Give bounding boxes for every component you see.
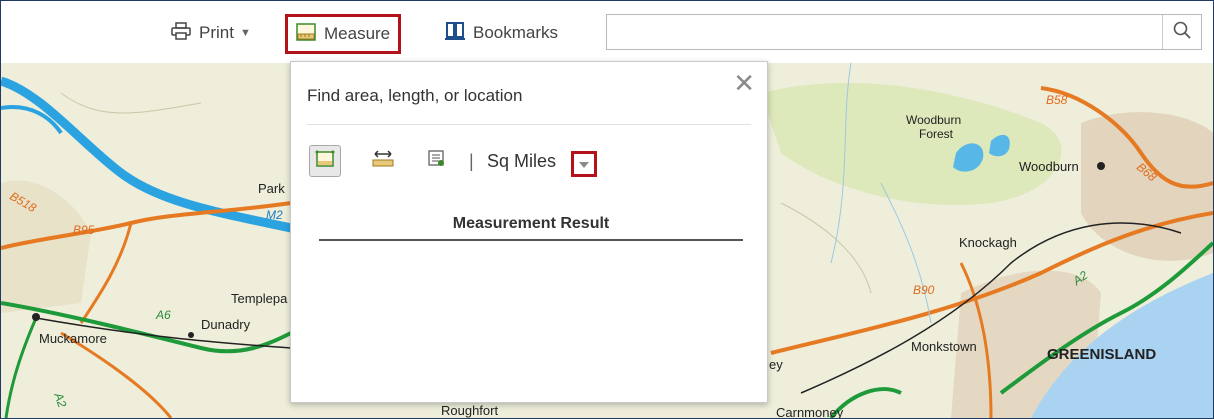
measure-panel: ✕ Find area, length, or location | Sq Mi… (290, 61, 768, 403)
location-tool-button[interactable] (421, 145, 451, 175)
distance-measure-icon (372, 149, 394, 172)
town-dot (188, 332, 194, 338)
map-label-a6: A6 (156, 308, 171, 322)
map-label-m2: M2 (266, 208, 283, 222)
map-label-woodburn-forest-1: Woodburn (906, 113, 962, 127)
map-label-woodburn: Woodburn (1019, 159, 1079, 174)
map-label-templepatrick: Templepa (231, 291, 288, 306)
a-road-a2 (4, 317, 38, 418)
search-button[interactable] (1162, 15, 1201, 49)
print-button[interactable]: Print ▼ (171, 15, 251, 51)
map-label-dunadry: Dunadry (201, 317, 251, 332)
toolbar: Print ▼ Measure Bookmarks (1, 1, 1213, 63)
unit-dropdown-button[interactable] (571, 151, 597, 177)
map-label-knockagh: Knockagh (959, 235, 1017, 250)
chevron-down-icon: ▼ (239, 27, 251, 39)
measure-label: Measure (324, 24, 391, 43)
search-input[interactable] (607, 15, 1162, 49)
map-app-frame: Park M2 B95 B518 Templepa A6 Dunadry Muc… (0, 0, 1214, 419)
search-icon (1173, 21, 1191, 44)
map-label-ey: ey (769, 357, 783, 372)
field-boundary (780, 202, 872, 294)
close-icon[interactable]: ✕ (733, 70, 755, 96)
unit-separator: | (469, 151, 474, 171)
divider (307, 124, 751, 125)
location-measure-icon (427, 149, 445, 172)
map-label-carnmoney: Carnmoney (776, 405, 844, 419)
map-label-woodburn-forest-2: Forest (919, 127, 954, 141)
map-label-roughfort: Roughfort (441, 403, 499, 418)
bookmark-icon (445, 21, 465, 46)
field-boundary (60, 92, 202, 114)
map-label-park: Park (258, 181, 285, 196)
printer-icon (171, 21, 191, 45)
map-label-greenisland: GREENISLAND (1047, 346, 1157, 363)
stream (880, 182, 932, 324)
map-label-b90: B90 (913, 283, 935, 297)
bookmarks-label: Bookmarks (473, 23, 559, 42)
map-label-monkstown: Monkstown (911, 339, 977, 354)
area-measure-icon (315, 150, 335, 173)
map-label-b95: B95 (73, 223, 95, 237)
search-box (606, 14, 1202, 50)
chevron-down-icon (579, 155, 589, 173)
measure-button[interactable]: Measure (285, 14, 402, 54)
ruler-icon (296, 22, 316, 46)
unit-selected-value[interactable]: Sq Miles (487, 151, 556, 172)
print-label: Print (199, 23, 234, 42)
bookmarks-button[interactable]: Bookmarks (445, 15, 558, 51)
town-dot (1097, 162, 1105, 170)
measure-panel-title: Find area, length, or location (307, 86, 523, 105)
measurement-result-heading: Measurement Result (319, 215, 743, 241)
map-label-muckamore: Muckamore (39, 331, 107, 346)
map-label-b58: B58 (1046, 93, 1068, 107)
town-dot (32, 313, 40, 321)
distance-tool-button[interactable] (368, 145, 398, 175)
area-tool-button[interactable] (309, 145, 341, 177)
forest-area (761, 83, 1062, 205)
